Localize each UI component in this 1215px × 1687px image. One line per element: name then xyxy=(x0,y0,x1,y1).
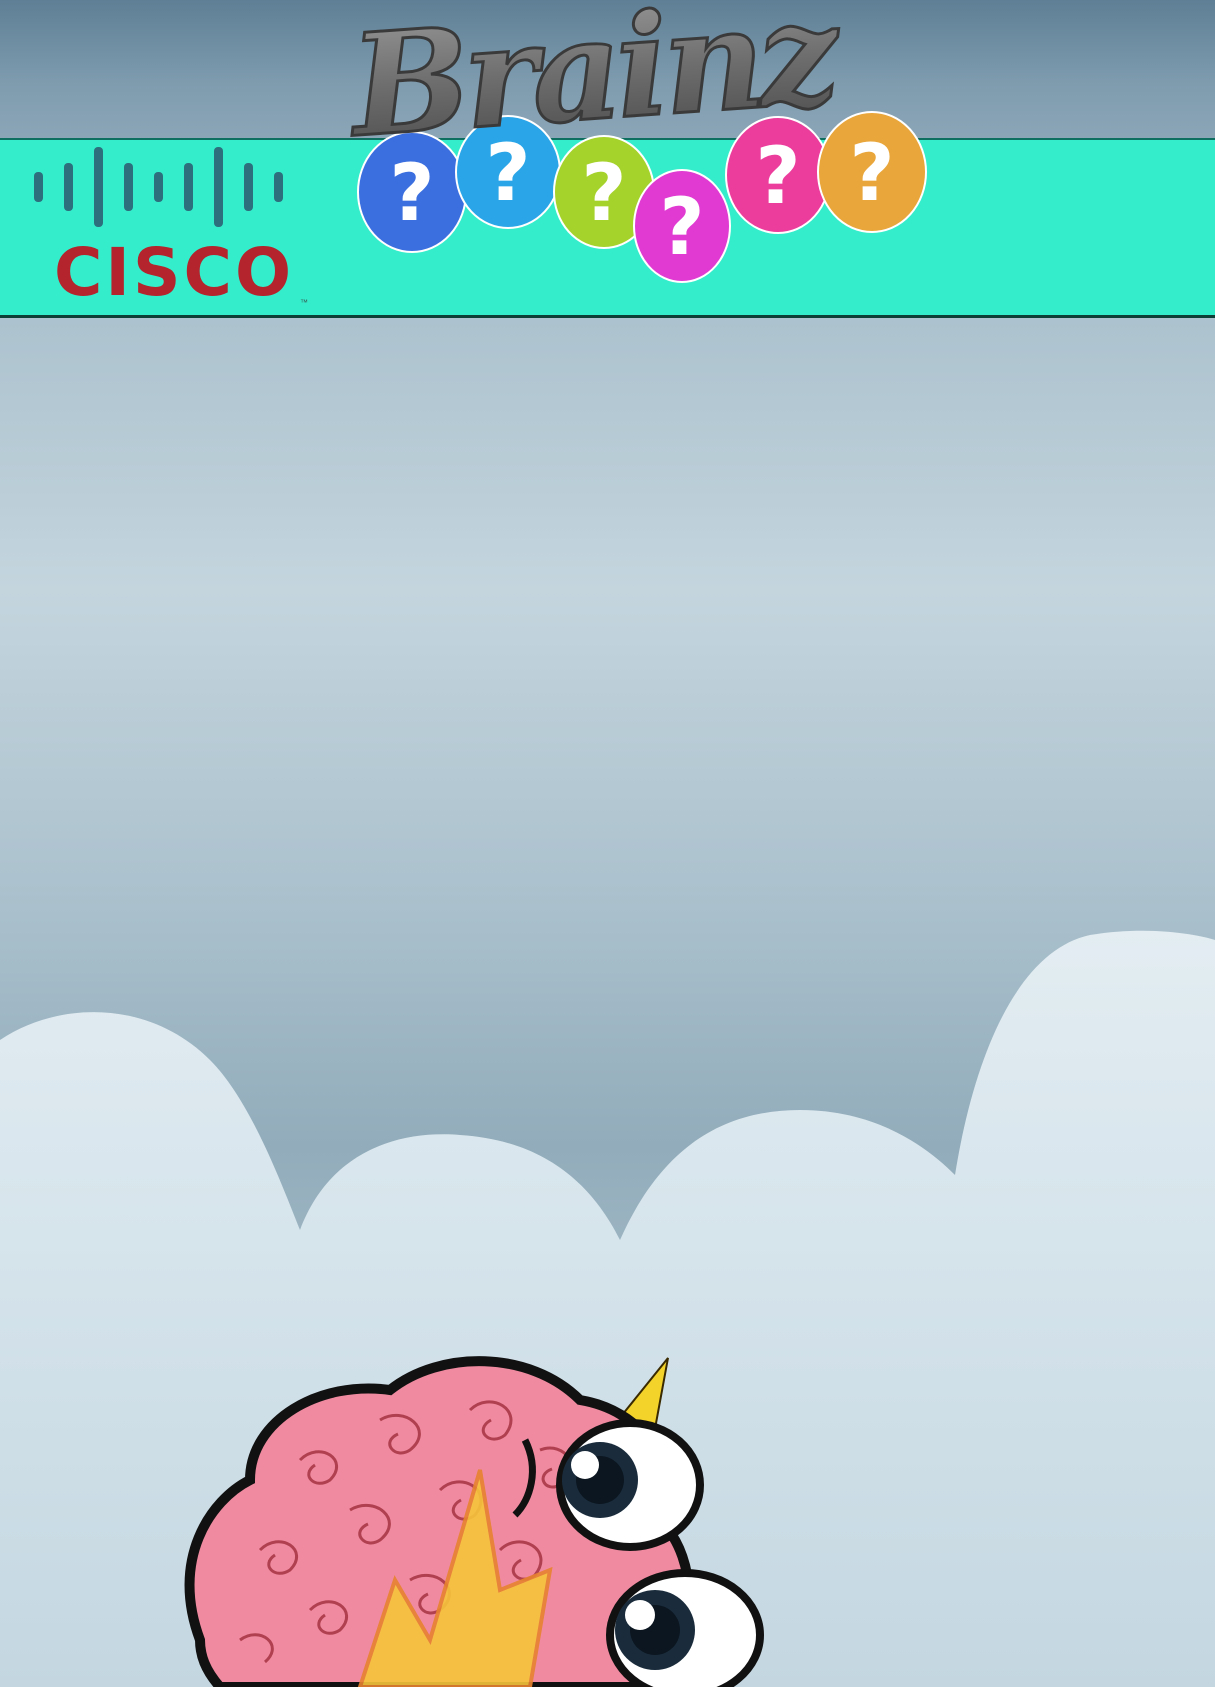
cisco-bar xyxy=(94,147,103,227)
balloon-question-mark: ? xyxy=(581,149,626,239)
brainz-title: ?????? Brainz xyxy=(341,0,927,283)
cisco-bar xyxy=(64,163,73,211)
cisco-bar xyxy=(184,163,193,211)
balloon-question-mark: ? xyxy=(659,183,704,273)
trademark-mark: ™ xyxy=(300,298,308,307)
balloon-question-icon: ? xyxy=(633,169,731,283)
balloon-question-mark: ? xyxy=(755,132,800,222)
cisco-bar xyxy=(34,172,43,202)
balloon-question-mark: ? xyxy=(849,129,894,219)
cisco-bar xyxy=(274,172,283,202)
eye-lower xyxy=(606,1569,764,1687)
cisco-logo-text: CISCO xyxy=(54,234,295,311)
game-screen: CISCO ™ ?????? Brainz xyxy=(0,0,1215,1687)
cisco-bars-icon xyxy=(34,147,283,227)
cisco-bar xyxy=(244,163,253,211)
brain-mascot-icon xyxy=(184,1356,764,1687)
cisco-bar xyxy=(124,163,133,211)
cisco-bar xyxy=(154,172,163,202)
cisco-bar xyxy=(214,147,223,227)
